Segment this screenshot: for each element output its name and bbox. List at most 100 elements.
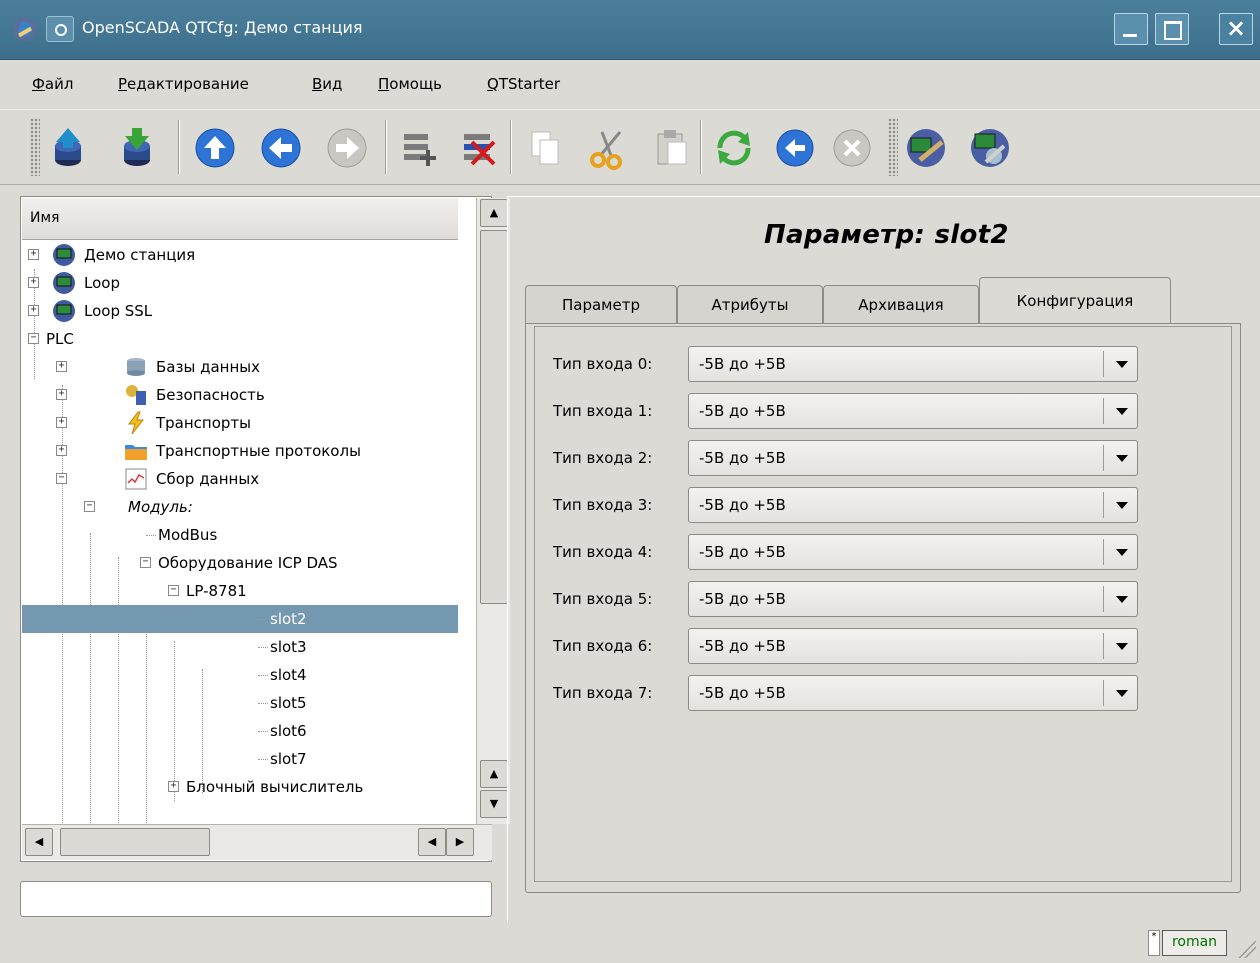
tree-item-loop[interactable]: + Loop	[22, 269, 458, 297]
tree-item-slot7[interactable]: slot7	[22, 745, 458, 773]
input-type-label: Тип входа 3:	[553, 496, 653, 514]
add-item-icon[interactable]	[398, 126, 442, 170]
chevron-down-icon	[1116, 690, 1128, 697]
tree-item-slot4[interactable]: slot4	[22, 661, 458, 689]
chevron-down-icon	[1116, 408, 1128, 415]
collapse-icon[interactable]: −	[168, 585, 179, 596]
copy-icon[interactable]	[522, 126, 566, 170]
tree-item-transports[interactable]: + Транспорты	[22, 409, 458, 437]
close-button[interactable]: ×	[1219, 13, 1253, 45]
menu-edit[interactable]: Редактирование	[118, 75, 249, 93]
tree-item-slot5[interactable]: slot5	[22, 689, 458, 717]
input-type-select-0[interactable]: -5В до +5В	[688, 346, 1138, 382]
keyboard-indicator[interactable]: *	[1148, 930, 1160, 956]
expand-icon[interactable]: +	[56, 445, 67, 456]
tree-item-modules[interactable]: − Модуль:	[22, 493, 458, 521]
input-type-label: Тип входа 4:	[553, 543, 653, 561]
about-icon[interactable]	[968, 126, 1012, 170]
scroll-left-icon[interactable]: ◀	[418, 828, 446, 856]
tree-item-icp-das[interactable]: − Оборудование ICP DAS	[22, 549, 458, 577]
tree-item-lp-8781[interactable]: − LP-8781	[22, 577, 458, 605]
maximize-button[interactable]	[1155, 13, 1189, 45]
toolbar-separator	[178, 120, 180, 174]
toolbar-grip[interactable]	[30, 118, 40, 176]
expand-icon[interactable]: +	[56, 417, 67, 428]
tree-item-slot6[interactable]: slot6	[22, 717, 458, 745]
expand-icon[interactable]: +	[56, 361, 67, 372]
tree-item-slot2[interactable]: slot2	[22, 605, 458, 633]
input-type-select-6[interactable]: -5В до +5В	[688, 628, 1138, 664]
resize-grip[interactable]	[1236, 938, 1256, 958]
input-type-row-3: Тип входа 3: -5В до +5В	[535, 486, 1235, 526]
tree-horizontal-scrollbar[interactable]: ◀ ◀ ▶	[22, 824, 492, 860]
input-type-label: Тип входа 7:	[553, 684, 653, 702]
expand-icon[interactable]: +	[168, 781, 179, 792]
user-badge[interactable]: roman	[1162, 930, 1227, 956]
go-back-icon[interactable]	[259, 126, 303, 170]
expand-icon[interactable]: +	[28, 305, 39, 316]
tree-item-slot3[interactable]: slot3	[22, 633, 458, 661]
paste-icon[interactable]	[650, 126, 694, 170]
tree-item-demo-station[interactable]: + Демо станция	[22, 241, 458, 269]
input-type-row-2: Тип входа 2: -5В до +5В	[535, 439, 1235, 479]
panel-splitter[interactable]	[498, 196, 504, 862]
scroll-thumb[interactable]	[60, 828, 210, 856]
menu-file[interactable]: Файл	[32, 75, 73, 93]
delete-item-icon[interactable]	[458, 126, 502, 170]
stop-icon[interactable]	[830, 126, 874, 170]
tree-item-modbus[interactable]: ModBus	[22, 521, 458, 549]
tree-vertical-scrollbar[interactable]: ▲ ▲ ▼	[476, 198, 510, 824]
collapse-icon[interactable]: −	[84, 501, 95, 512]
tree-item-loop-ssl[interactable]: + Loop SSL	[22, 297, 458, 325]
lightning-icon	[128, 411, 145, 435]
scroll-left-icon[interactable]: ◀	[25, 828, 53, 856]
tab-parameter[interactable]: Параметр	[525, 285, 677, 323]
expand-icon[interactable]: +	[28, 249, 39, 260]
tab-attributes[interactable]: Атрибуты	[677, 285, 823, 323]
expand-icon[interactable]: +	[28, 277, 39, 288]
minimize-button[interactable]	[1114, 13, 1148, 45]
db-load-icon[interactable]	[46, 126, 90, 170]
toolbar-grip[interactable]	[888, 118, 898, 176]
tree-item-block-calc[interactable]: + Блочный вычислитель	[22, 773, 458, 801]
window-title: OpenSCADA QTCfg: Демо станция	[82, 18, 363, 37]
tree-item-plc[interactable]: − PLC	[22, 325, 458, 353]
window-menu-icon[interactable]	[46, 16, 74, 42]
tree-item-security[interactable]: + Безопасность	[22, 381, 458, 409]
tree-item-transport-protocols[interactable]: + Транспортные протоколы	[22, 437, 458, 465]
go-up-icon[interactable]	[193, 126, 237, 170]
menu-view[interactable]: Вид	[312, 75, 342, 93]
collapse-icon[interactable]: −	[56, 473, 67, 484]
toolbar-separator	[700, 120, 702, 174]
tree-item-databases[interactable]: + Базы данных	[22, 353, 458, 381]
app-icon[interactable]	[10, 14, 40, 44]
input-type-select-3[interactable]: -5В до +5В	[688, 487, 1138, 523]
scroll-right-icon[interactable]: ▶	[446, 828, 474, 856]
info-field[interactable]	[20, 881, 492, 917]
config-group: Тип входа 0: -5В до +5В Тип входа 1: -5В…	[534, 326, 1232, 882]
menu-qtstarter[interactable]: QTStarter	[487, 75, 560, 93]
go-forward-icon[interactable]	[325, 126, 369, 170]
input-type-select-1[interactable]: -5В до +5В	[688, 393, 1138, 429]
collapse-icon[interactable]: −	[28, 333, 39, 344]
input-type-select-2[interactable]: -5В до +5В	[688, 440, 1138, 476]
station-icon	[53, 272, 75, 294]
input-type-row-6: Тип входа 6: -5В до +5В	[535, 627, 1235, 667]
collapse-icon[interactable]: −	[140, 557, 151, 568]
input-type-row-1: Тип входа 1: -5В до +5В	[535, 392, 1235, 432]
start-icon[interactable]	[773, 126, 817, 170]
module-info-icon[interactable]	[904, 126, 948, 170]
input-type-select-4[interactable]: -5В до +5В	[688, 534, 1138, 570]
menu-help[interactable]: Помощь	[378, 75, 442, 93]
cut-icon[interactable]	[586, 126, 630, 170]
navigation-tree[interactable]: Имя + Демо станция + Loop + Loop SSL − P…	[20, 196, 510, 862]
tree-item-data-acquisition[interactable]: − Сбор данных	[22, 465, 458, 493]
db-save-icon[interactable]	[115, 126, 159, 170]
tab-archiving[interactable]: Архивация	[823, 285, 979, 323]
expand-icon[interactable]: +	[56, 389, 67, 400]
input-type-select-5[interactable]: -5В до +5В	[688, 581, 1138, 617]
tree-header-name[interactable]: Имя	[22, 198, 458, 240]
tab-configuration[interactable]: Конфигурация	[979, 277, 1171, 324]
refresh-icon[interactable]	[712, 126, 756, 170]
input-type-select-7[interactable]: -5В до +5В	[688, 675, 1138, 711]
